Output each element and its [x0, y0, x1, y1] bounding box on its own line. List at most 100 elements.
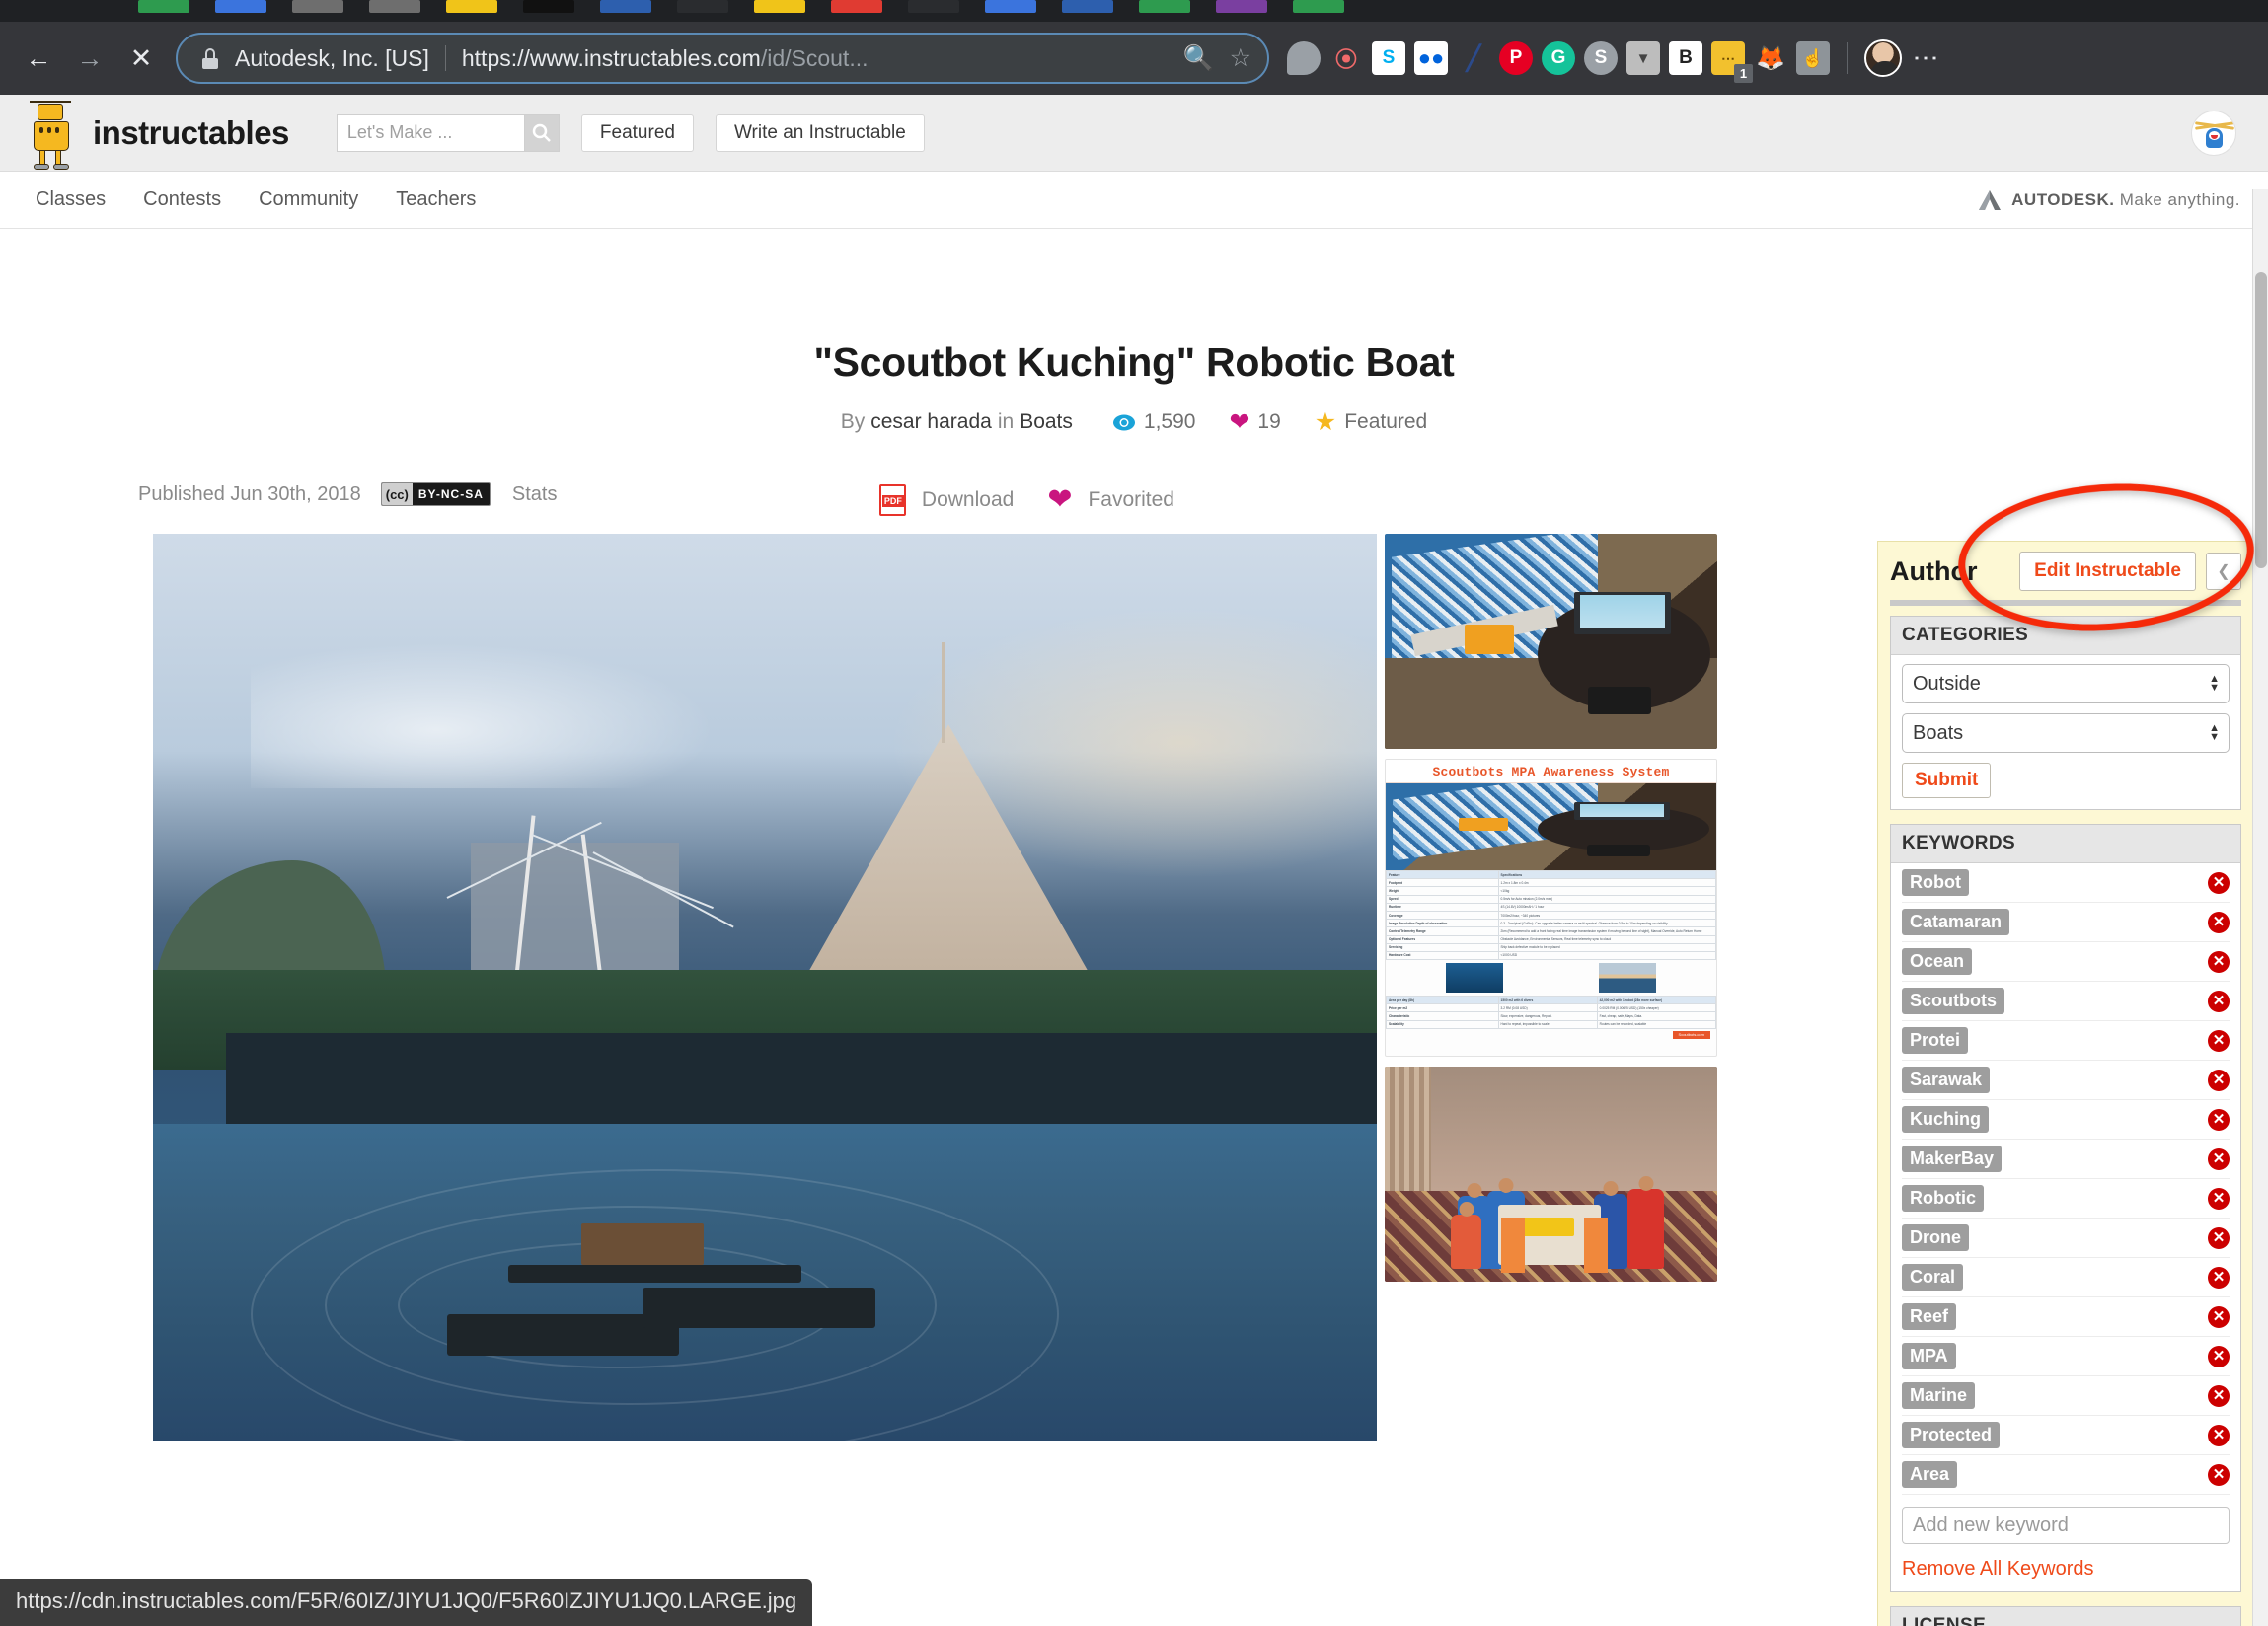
user-avatar-helicopter[interactable] — [2191, 110, 2236, 156]
bookmark-item[interactable] — [831, 0, 882, 13]
bookmark-item[interactable] — [1139, 0, 1190, 13]
remove-keyword-icon[interactable]: ✕ — [2208, 871, 2230, 894]
chat-bubble-extension[interactable] — [1287, 41, 1321, 75]
keyword-tag[interactable]: Scoutbots — [1902, 988, 2004, 1014]
channel-link[interactable]: Boats — [1020, 410, 1073, 434]
funnel-extension[interactable]: ▼ — [1626, 41, 1660, 75]
zoom-out-icon[interactable]: 🔍 — [1182, 44, 1213, 73]
stop-loading-icon[interactable]: ✕ — [118, 36, 164, 81]
keyword-tag[interactable]: Catamaran — [1902, 909, 2010, 935]
profile-avatar[interactable] — [1864, 39, 1902, 77]
notes-extension[interactable]: ⋯ 1 — [1711, 41, 1753, 83]
remove-keyword-icon[interactable]: ✕ — [2208, 1463, 2230, 1486]
search-icon[interactable] — [523, 113, 560, 152]
star-outline-icon[interactable]: ☆ — [1230, 43, 1251, 73]
dots-extension[interactable]: ⦿ — [1329, 41, 1363, 75]
bookmark-item[interactable] — [985, 0, 1036, 13]
keyword-tag[interactable]: Ocean — [1902, 948, 1973, 975]
remove-keyword-icon[interactable]: ✕ — [2208, 1029, 2230, 1052]
lightbulb-extension[interactable]: ☝ — [1796, 41, 1830, 75]
scrollbar-thumb[interactable] — [2255, 272, 2267, 568]
bookmark-item[interactable] — [138, 0, 189, 13]
bookmark-item[interactable] — [369, 0, 420, 13]
bookmark-item[interactable] — [215, 0, 266, 13]
heart-filled-icon[interactable]: ❤ — [1047, 482, 1072, 517]
remove-keyword-icon[interactable]: ✕ — [2208, 1424, 2230, 1446]
keyword-tag[interactable]: Coral — [1902, 1264, 1964, 1291]
keyword-tag[interactable]: Marine — [1902, 1382, 1976, 1409]
remove-keyword-icon[interactable]: ✕ — [2208, 990, 2230, 1012]
remove-all-keywords-link[interactable]: Remove All Keywords — [1902, 1558, 2094, 1581]
search-input[interactable] — [336, 113, 524, 152]
keyword-tag[interactable]: Drone — [1902, 1224, 1970, 1251]
thumbnail-3[interactable] — [1385, 1067, 1717, 1282]
bookmarks-bar[interactable] — [0, 0, 2268, 22]
bookmark-item[interactable] — [1293, 0, 1344, 13]
license-badge[interactable]: (cc) BY-NC-SA — [380, 482, 491, 506]
keyword-tag[interactable]: Robot — [1902, 869, 1969, 896]
back-arrow-icon[interactable]: ← — [16, 36, 61, 81]
remove-keyword-icon[interactable]: ✕ — [2208, 1305, 2230, 1328]
brand-wordmark[interactable]: instructables — [93, 114, 289, 152]
bookmark-item[interactable] — [446, 0, 497, 13]
s-gray-extension[interactable]: S — [1584, 41, 1618, 75]
keyword-tag[interactable]: Robotic — [1902, 1185, 1984, 1212]
remove-keyword-icon[interactable]: ✕ — [2208, 1345, 2230, 1367]
add-keyword-input[interactable] — [1902, 1507, 2230, 1544]
keyword-tag[interactable]: Kuching — [1902, 1106, 1989, 1133]
remove-keyword-icon[interactable]: ✕ — [2208, 1147, 2230, 1170]
hero-image[interactable] — [153, 534, 1377, 1441]
bookmark-item[interactable] — [1216, 0, 1267, 13]
pinterest-extension[interactable]: P — [1499, 41, 1533, 75]
edit-instructable-button[interactable]: Edit Instructable — [2019, 552, 2196, 591]
featured-button[interactable]: Featured — [580, 113, 694, 152]
download-label[interactable]: Download — [922, 488, 1014, 512]
remove-keyword-icon[interactable]: ✕ — [2208, 1187, 2230, 1210]
page-scrollbar[interactable] — [2252, 189, 2268, 1626]
remove-keyword-icon[interactable]: ✕ — [2208, 1226, 2230, 1249]
remove-keyword-icon[interactable]: ✕ — [2208, 911, 2230, 933]
thumbnail-1[interactable] — [1385, 534, 1717, 749]
keyword-tag[interactable]: Reef — [1902, 1303, 1957, 1330]
bookmark-item[interactable] — [1062, 0, 1113, 13]
author-link[interactable]: cesar harada — [870, 410, 992, 434]
skype-extension[interactable]: S — [1372, 41, 1405, 75]
bookmark-item[interactable] — [908, 0, 959, 13]
kebab-menu-icon[interactable]: ⋮ — [1912, 45, 1941, 71]
thumbnail-2-infographic[interactable]: Scoutbots MPA Awareness System Feature Sp… — [1385, 759, 1717, 1057]
grammarly-extension[interactable]: G — [1542, 41, 1575, 75]
nav-item-teachers[interactable]: Teachers — [396, 188, 476, 211]
fox-extension[interactable]: 🦊 — [1754, 41, 1787, 75]
keyword-tag[interactable]: Sarawak — [1902, 1067, 1991, 1093]
nav-item-classes[interactable]: Classes — [36, 188, 106, 211]
remove-keyword-icon[interactable]: ✕ — [2208, 950, 2230, 973]
keyword-tag[interactable]: Protected — [1902, 1422, 2001, 1448]
keyword-tag[interactable]: MakerBay — [1902, 1146, 2003, 1172]
category-secondary-select[interactable]: Boats ▲ ▼ — [1902, 713, 2230, 753]
stats-link[interactable]: Stats — [512, 483, 558, 506]
address-bar[interactable]: Autodesk, Inc. [US] https://www.instruct… — [176, 33, 1269, 84]
nav-item-contests[interactable]: Contests — [143, 188, 221, 211]
bookmark-item[interactable] — [292, 0, 343, 13]
instructables-robot-logo[interactable] — [28, 98, 79, 170]
remove-keyword-icon[interactable]: ✕ — [2208, 1108, 2230, 1131]
write-instructable-button[interactable]: Write an Instructable — [715, 113, 925, 152]
nav-item-community[interactable]: Community — [259, 188, 358, 211]
remove-keyword-icon[interactable]: ✕ — [2208, 1266, 2230, 1289]
pen-extension[interactable]: ╱ — [1457, 41, 1490, 75]
keyword-tag[interactable]: MPA — [1902, 1343, 1956, 1369]
bookmark-item[interactable] — [523, 0, 574, 13]
favorited-label[interactable]: Favorited — [1088, 488, 1174, 512]
chevron-down-icon[interactable]: ❮ — [2206, 553, 2241, 590]
keyword-tag[interactable]: Protei — [1902, 1027, 1969, 1054]
remove-keyword-icon[interactable]: ✕ — [2208, 1384, 2230, 1407]
bookmark-item[interactable] — [677, 0, 728, 13]
pdf-download-icon[interactable] — [878, 483, 906, 516]
forward-arrow-icon[interactable]: → — [67, 36, 113, 81]
submit-button[interactable]: Submit — [1902, 763, 1992, 798]
b-extension[interactable]: B — [1669, 41, 1702, 75]
remove-keyword-icon[interactable]: ✕ — [2208, 1069, 2230, 1091]
bookmark-item[interactable] — [600, 0, 651, 13]
flickr-extension[interactable]: ●● — [1414, 41, 1448, 75]
bookmark-item[interactable] — [754, 0, 805, 13]
